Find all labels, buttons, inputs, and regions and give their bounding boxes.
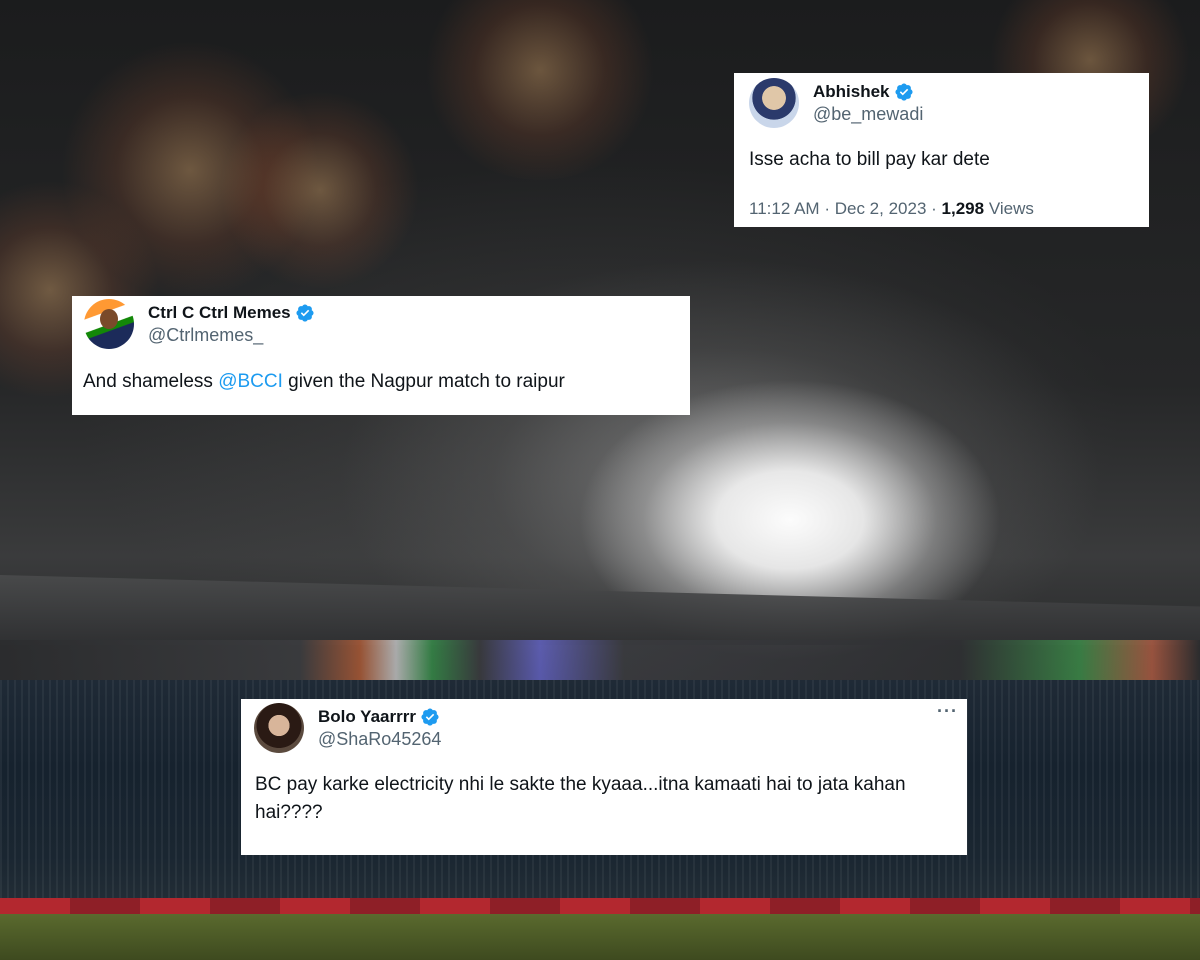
tweet-card-abhishek[interactable]: Abhishek @be_mewadi Isse acha to bill pa…: [734, 73, 1149, 227]
display-name[interactable]: Abhishek: [813, 82, 890, 102]
tweet-time[interactable]: 11:12 AM: [749, 199, 820, 218]
boundary-ad-board: [0, 898, 1200, 914]
tweet-date[interactable]: Dec 2, 2023: [835, 199, 927, 218]
meta-separator: ·: [824, 199, 830, 218]
tweet-card-boloyaarrrr[interactable]: Bolo Yaarrrr @ShaRo45264 ··· BC pay kark…: [241, 699, 967, 855]
more-options-icon[interactable]: ···: [937, 701, 958, 722]
tweet-text: BC pay karke electricity nhi le sakte th…: [255, 774, 906, 823]
tweet-text-part: given the Nagpur match to raipur: [282, 371, 565, 392]
meta-separator: ·: [931, 199, 937, 218]
tweet-text-part: And shameless: [83, 371, 219, 392]
views-label: Views: [988, 199, 1034, 218]
display-name[interactable]: Ctrl C Ctrl Memes: [148, 303, 291, 323]
user-handle[interactable]: @Ctrlmemes_: [148, 325, 315, 346]
user-handle[interactable]: @ShaRo45264: [318, 729, 441, 750]
tweet-meta: 11:12 AM · Dec 2, 2023 · 1,298 Views: [749, 199, 1034, 219]
firework-burst: [220, 90, 420, 290]
avatar[interactable]: [749, 78, 799, 128]
verified-badge-icon: [296, 303, 314, 322]
display-name[interactable]: Bolo Yaarrrr: [318, 707, 416, 727]
tweet-text: And shameless @BCCI given the Nagpur mat…: [83, 368, 565, 396]
avatar[interactable]: [254, 703, 304, 753]
cricket-ground: [0, 914, 1200, 960]
mention-link[interactable]: @BCCI: [218, 371, 283, 392]
verified-badge-icon: [421, 707, 439, 726]
verified-badge-icon: [894, 82, 913, 101]
avatar[interactable]: [84, 299, 134, 349]
user-handle[interactable]: @be_mewadi: [813, 104, 923, 125]
tweet-card-ctrlmemes[interactable]: Ctrl C Ctrl Memes @Ctrlmemes_ And shamel…: [72, 296, 690, 415]
tweet-text: Isse acha to bill pay kar dete: [749, 149, 990, 170]
views-count: 1,298: [941, 199, 985, 218]
stadium-lights: [0, 640, 1200, 680]
